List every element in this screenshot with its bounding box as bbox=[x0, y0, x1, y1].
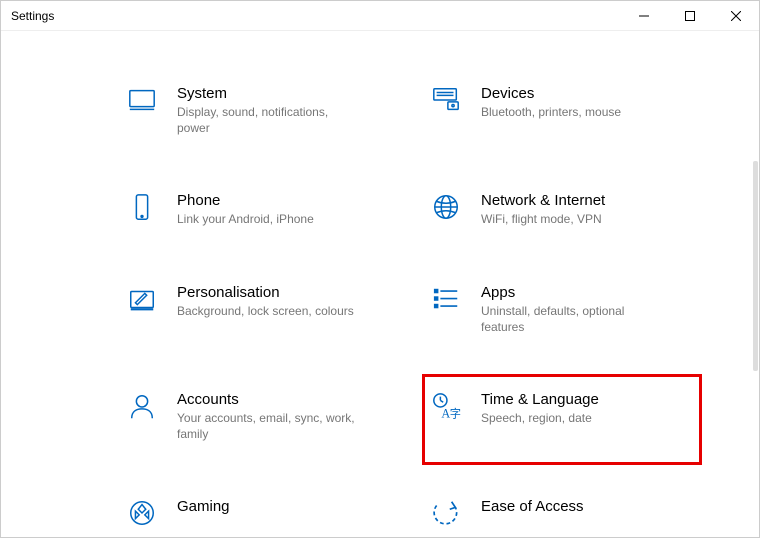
tile-accounts[interactable]: Accounts Your accounts, email, sync, wor… bbox=[121, 387, 395, 446]
tile-label: Network & Internet bbox=[481, 192, 605, 209]
personalisation-icon bbox=[125, 284, 159, 318]
tile-desc: Background, lock screen, colours bbox=[177, 303, 354, 319]
system-icon bbox=[125, 85, 159, 119]
scrollbar[interactable] bbox=[753, 161, 758, 371]
globe-icon bbox=[429, 192, 463, 226]
tile-label: Ease of Access bbox=[481, 498, 584, 515]
tile-time-language[interactable]: A 字 Time & Language Speech, region, date bbox=[422, 374, 702, 465]
maximize-button[interactable] bbox=[667, 1, 713, 30]
devices-icon bbox=[429, 85, 463, 119]
tile-label: Time & Language bbox=[481, 391, 599, 408]
close-button[interactable] bbox=[713, 1, 759, 30]
svg-text:字: 字 bbox=[450, 406, 461, 420]
tile-desc: Bluetooth, printers, mouse bbox=[481, 104, 621, 120]
window-controls bbox=[621, 1, 759, 30]
window-title: Settings bbox=[11, 9, 54, 23]
accounts-icon bbox=[125, 391, 159, 425]
tile-desc: Link your Android, iPhone bbox=[177, 211, 314, 227]
tile-phone[interactable]: Phone Link your Android, iPhone bbox=[121, 188, 395, 231]
tile-label: Devices bbox=[481, 85, 621, 102]
settings-grid: System Display, sound, notifications, po… bbox=[121, 81, 699, 536]
tile-personalisation[interactable]: Personalisation Background, lock screen,… bbox=[121, 280, 395, 339]
settings-content: System Display, sound, notifications, po… bbox=[1, 31, 759, 537]
tile-system[interactable]: System Display, sound, notifications, po… bbox=[121, 81, 395, 140]
phone-icon bbox=[125, 192, 159, 226]
apps-icon bbox=[429, 284, 463, 318]
tile-label: Apps bbox=[481, 284, 661, 301]
gaming-icon bbox=[125, 498, 159, 532]
tile-devices[interactable]: Devices Bluetooth, printers, mouse bbox=[425, 81, 699, 140]
titlebar: Settings bbox=[1, 1, 759, 31]
time-language-icon: A 字 bbox=[429, 391, 463, 425]
tile-label: Phone bbox=[177, 192, 314, 209]
tile-label: Accounts bbox=[177, 391, 357, 408]
tile-desc: WiFi, flight mode, VPN bbox=[481, 211, 605, 227]
tile-desc: Uninstall, defaults, optional features bbox=[481, 303, 661, 335]
ease-of-access-icon bbox=[429, 498, 463, 532]
tile-label: Gaming bbox=[177, 498, 230, 515]
tile-network[interactable]: Network & Internet WiFi, flight mode, VP… bbox=[425, 188, 699, 231]
tile-gaming[interactable]: Gaming bbox=[121, 494, 395, 536]
tile-desc: Speech, region, date bbox=[481, 410, 599, 426]
tile-apps[interactable]: Apps Uninstall, defaults, optional featu… bbox=[425, 280, 699, 339]
tile-label: System bbox=[177, 85, 357, 102]
tile-label: Personalisation bbox=[177, 284, 354, 301]
tile-desc: Your accounts, email, sync, work, family bbox=[177, 410, 357, 442]
tile-desc: Display, sound, notifications, power bbox=[177, 104, 357, 136]
tile-ease-of-access[interactable]: Ease of Access bbox=[425, 494, 699, 536]
minimize-button[interactable] bbox=[621, 1, 667, 30]
